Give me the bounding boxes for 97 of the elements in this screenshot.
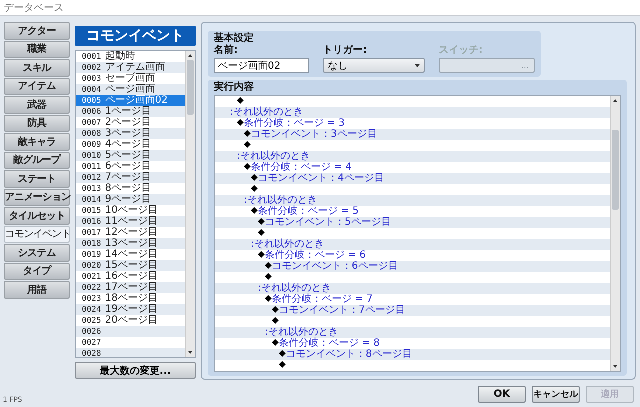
category-tab[interactable]: 防具 — [4, 114, 70, 132]
diamond-marker: ◆ — [258, 250, 265, 261]
diamond-marker: ◆ — [244, 140, 251, 151]
caret-icon — [414, 64, 420, 68]
diamond-marker: ◆ — [258, 228, 265, 239]
event-list-item[interactable]: 0021 16ページ目 — [76, 271, 185, 282]
diamond-marker: ◆ — [279, 349, 286, 360]
diamond-marker: ◆ — [265, 294, 272, 305]
field-label: トリガー: — [323, 45, 368, 57]
event-list-item[interactable]: 0008 3ページ目 — [76, 128, 185, 139]
trigger-dropdown[interactable]: なし — [323, 58, 425, 73]
event-list-item[interactable]: 0001 起動時 — [76, 51, 185, 62]
group-title: 実行内容 — [214, 82, 255, 94]
category-tab[interactable]: コモンイベント — [4, 226, 70, 243]
change-max-button[interactable]: 最大数の変更... — [75, 362, 196, 379]
field-label: 名前: — [214, 45, 239, 57]
scrollbar-thumb[interactable] — [612, 130, 619, 210]
event-list-item[interactable]: 0007 2ページ目 — [76, 117, 185, 128]
event-list-item[interactable]: 0019 14ページ目 — [76, 249, 185, 260]
event-list-item[interactable]: 0012 7ページ目 — [76, 172, 185, 183]
event-list-item[interactable]: 0013 8ページ目 — [76, 183, 185, 194]
name-field[interactable]: ページ画面02 — [214, 58, 310, 73]
window-title: データベース — [4, 2, 64, 14]
diamond-marker: ◆ — [279, 360, 286, 371]
diamond-marker: ◆ — [244, 129, 251, 140]
event-list-item[interactable]: 0011 6ページ目 — [76, 161, 185, 172]
diamond-marker: ◆ — [272, 338, 279, 349]
command-text[interactable]: 条件分岐：ページ = 6 — [264, 250, 366, 261]
field-label: スイッチ: — [438, 45, 484, 57]
event-list-item[interactable]: 0016 11ページ目 — [76, 216, 185, 227]
dialog-button[interactable]: OK — [478, 386, 526, 402]
command-text[interactable]: コモンイベント：4ページ目 — [258, 173, 384, 184]
command-text[interactable]: :それ以外のとき — [265, 327, 338, 338]
event-list-item[interactable]: 0018 13ページ目 — [76, 238, 185, 249]
event-list-item[interactable]: 0024 19ページ目 — [76, 304, 185, 315]
category-tab[interactable]: アイテム — [4, 78, 70, 95]
category-tab[interactable]: スキル — [4, 59, 70, 76]
event-list-item[interactable]: 0022 17ページ目 — [76, 282, 185, 293]
command-text[interactable]: コモンイベント：5ページ目 — [264, 217, 392, 228]
diamond-marker: ◆ — [237, 96, 244, 107]
group-title: 基本設定 — [214, 33, 255, 44]
command-text[interactable]: :それ以外のとき — [244, 195, 318, 206]
diamond-marker: ◆ — [272, 316, 279, 327]
category-tab[interactable]: 武器 — [4, 96, 70, 114]
command-text[interactable]: 条件分岐：ページ = 5 — [258, 206, 360, 217]
event-list-item[interactable]: 0023 18ページ目 — [76, 293, 185, 304]
command-text[interactable]: :それ以外のとき — [258, 283, 332, 294]
category-tab[interactable]: アニメーション — [4, 188, 70, 206]
category-tab[interactable]: ステート — [4, 170, 70, 188]
event-list-item[interactable]: 0006 1ページ目 — [76, 106, 185, 117]
dialog-button[interactable]: キャンセル — [532, 386, 580, 402]
command-text[interactable]: :それ以外のとき — [230, 107, 304, 118]
category-tab[interactable]: システム — [4, 244, 70, 262]
event-list-item[interactable]: 0010 5ページ目 — [76, 150, 185, 161]
diamond-marker: ◆ — [265, 272, 272, 283]
event-list-item[interactable]: 0014 9ページ目 — [76, 194, 185, 205]
event-list-item[interactable]: 0004 ページ画面 — [76, 84, 185, 95]
event-list-item[interactable]: 0027 — [76, 337, 185, 348]
diamond-marker: ◆ — [244, 162, 251, 173]
scrollbar[interactable] — [610, 96, 620, 371]
list-header: コモンイベント — [75, 26, 196, 46]
event-list-item[interactable]: 0017 12ページ目 — [76, 227, 185, 238]
event-list-item[interactable]: 0005 ページ画面02 — [76, 95, 185, 106]
command-text[interactable]: コモンイベント：7ページ目 — [278, 305, 406, 316]
event-list-item[interactable]: 0020 15ページ目 — [76, 260, 185, 271]
category-tab[interactable]: 敵キャラ — [4, 133, 70, 150]
scrollbar-thumb[interactable] — [187, 60, 194, 115]
category-tab[interactable]: 敵グループ — [4, 152, 70, 169]
diamond-marker: ◆ — [237, 118, 244, 129]
event-list-item[interactable]: 0028 — [76, 348, 185, 357]
command-text[interactable]: コモンイベント：3ページ目 — [250, 129, 378, 140]
event-list-item[interactable]: 0025 20ページ目 — [76, 315, 185, 326]
scrollbar[interactable] — [185, 51, 195, 357]
command-text[interactable]: :それ以外のとき — [251, 239, 324, 250]
command-text[interactable]: :それ以外のとき — [237, 151, 310, 162]
event-list-item[interactable]: 0003 セーブ画面 — [76, 73, 185, 84]
diamond-marker: ◆ — [258, 217, 265, 228]
event-list-item[interactable]: 0002 アイテム画面 — [76, 62, 185, 73]
command-text[interactable]: コモンイベント：6ページ目 — [272, 261, 398, 272]
command-text[interactable]: 条件分岐：ページ = 4 — [250, 162, 352, 173]
diamond-marker: ◆ — [265, 261, 272, 272]
diamond-marker: ◆ — [251, 206, 258, 217]
event-list-item[interactable]: 0009 4ページ目 — [76, 139, 185, 150]
command-text[interactable]: 条件分岐：ページ = 7 — [272, 294, 374, 305]
command-text[interactable]: 条件分岐：ページ = 8 — [278, 338, 380, 349]
diamond-marker: ◆ — [251, 173, 258, 184]
command-text[interactable]: コモンイベント：8ページ目 — [286, 349, 412, 360]
category-tab[interactable]: タイプ — [4, 262, 70, 280]
category-tab[interactable]: 用語 — [4, 281, 70, 298]
command-text[interactable]: 条件分岐：ページ = 3 — [244, 118, 346, 129]
event-list-item[interactable]: 0015 10ページ目 — [76, 205, 185, 216]
category-tab[interactable]: 職業 — [4, 40, 70, 58]
diamond-marker: ◆ — [272, 305, 279, 316]
diamond-marker: ◆ — [251, 184, 258, 195]
category-tab[interactable]: アクター — [4, 22, 70, 40]
event-list-item[interactable]: 0026 — [76, 326, 185, 337]
category-tab[interactable]: タイルセット — [4, 207, 70, 224]
